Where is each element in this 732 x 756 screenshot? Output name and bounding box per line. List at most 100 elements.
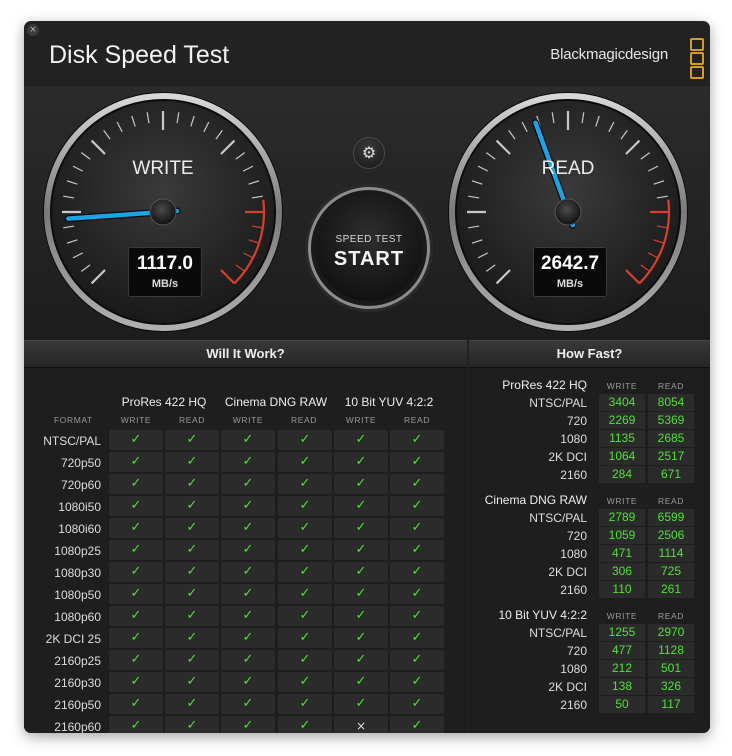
read-subheader: READ: [178, 415, 206, 425]
app-window: × Disk Speed Test Blackmagicdesign WRITE…: [24, 21, 710, 733]
check-icon: ✓: [165, 430, 219, 450]
read-speed-cell: 2517: [648, 448, 694, 465]
read-readout: 2642.7 MB/s: [533, 247, 607, 297]
how-fast-title: How Fast?: [469, 340, 710, 368]
check-icon: ✓: [165, 496, 219, 516]
check-icon: ✓: [334, 452, 388, 472]
close-button[interactable]: ×: [27, 24, 39, 36]
format-row-label: 2160p30: [54, 676, 101, 690]
read-speed-cell: 2506: [648, 527, 694, 544]
read-speed-cell: 671: [648, 466, 694, 483]
format-row-label: 2K DCI: [548, 680, 587, 694]
write-speed-cell: 306: [599, 563, 645, 580]
format-row-label: 1080p25: [54, 544, 101, 558]
check-icon: ✓: [390, 650, 444, 670]
write-speed-cell: 50: [599, 696, 645, 713]
check-icon: ✓: [390, 496, 444, 516]
read-subheader: READ: [403, 415, 431, 425]
check-icon: ✓: [109, 694, 163, 714]
read-speed-cell: 261: [648, 581, 694, 598]
check-icon: ✓: [221, 672, 275, 692]
settings-gear-icon[interactable]: ⚙: [353, 137, 385, 169]
check-icon: ✓: [334, 584, 388, 604]
read-gauge-label: READ: [541, 158, 595, 179]
check-icon: ✓: [165, 584, 219, 604]
check-icon: ✓: [334, 474, 388, 494]
start-button-caption: SPEED TEST: [335, 234, 403, 245]
read-speed-cell: 2685: [648, 430, 694, 447]
write-speed-cell: 471: [599, 545, 645, 562]
write-speed-cell: 212: [599, 660, 645, 677]
check-icon: ✓: [278, 540, 332, 560]
format-row-label: 1080p60: [54, 610, 101, 624]
will-it-work-panel: Will It Work? FORMAT ProRes 422 HQ WRITE RE…: [24, 340, 467, 733]
read-subheader: READ: [657, 496, 685, 506]
write-speed-value: 1117.0: [136, 253, 194, 274]
read-speed-cell: 1114: [648, 545, 694, 562]
check-icon: ✓: [221, 496, 275, 516]
brand-logo-icon: [690, 38, 704, 79]
check-icon: ✓: [278, 584, 332, 604]
check-icon: ✓: [390, 474, 444, 494]
check-icon: ✓: [278, 518, 332, 538]
check-icon: ✓: [390, 606, 444, 626]
read-needle-hub: [554, 198, 582, 226]
format-row-label: 720p60: [60, 478, 101, 492]
codec-header: 10 Bit YUV 4:2:2: [344, 395, 434, 409]
check-icon: ✓: [278, 672, 332, 692]
app-title: Disk Speed Test: [49, 41, 230, 69]
write-speed-unit: MB/s: [151, 278, 179, 290]
check-icon: ✓: [278, 716, 332, 733]
codec-header: Cinema DNG RAW: [224, 395, 328, 409]
speed-test-start-button[interactable]: SPEED TEST START: [308, 187, 430, 309]
check-icon: ✓: [278, 628, 332, 648]
check-icon: ✓: [390, 452, 444, 472]
write-speed-cell: 477: [599, 642, 645, 659]
write-speed-cell: 138: [599, 678, 645, 695]
check-icon: ✓: [278, 452, 332, 472]
format-row-label: 2160: [560, 468, 587, 482]
read-subheader: READ: [290, 415, 318, 425]
write-speed-cell: 2789: [599, 509, 645, 526]
read-speed-cell: 326: [648, 678, 694, 695]
check-icon: ✓: [334, 430, 388, 450]
check-icon: ✓: [390, 518, 444, 538]
read-subheader: READ: [657, 381, 685, 391]
format-row-label: 720: [566, 414, 587, 428]
read-speed-value: 2642.7: [540, 253, 600, 274]
check-icon: ✓: [334, 496, 388, 516]
write-subheader: WRITE: [606, 611, 638, 621]
read-speed-cell: 8054: [648, 394, 694, 411]
format-row-label: 720: [566, 644, 587, 658]
check-icon: ✓: [165, 694, 219, 714]
format-row-label: NTSC/PAL: [529, 511, 587, 525]
check-icon: ✓: [165, 540, 219, 560]
check-icon: ✓: [165, 628, 219, 648]
check-icon: ✓: [390, 430, 444, 450]
check-icon: ✓: [221, 606, 275, 626]
codec-section-header: Cinema DNG RAW: [484, 493, 587, 507]
check-icon: ✓: [221, 474, 275, 494]
write-subheader: WRITE: [606, 381, 638, 391]
check-icon: ✓: [334, 650, 388, 670]
check-icon: ✓: [334, 628, 388, 648]
check-icon: ✓: [165, 672, 219, 692]
format-row-label: 2160p60: [54, 720, 101, 733]
format-row-label: 1080: [560, 547, 587, 561]
format-row-label: 1080p50: [54, 588, 101, 602]
format-column-header: FORMAT: [54, 415, 93, 425]
check-icon: ✓: [390, 628, 444, 648]
check-icon: ✓: [109, 518, 163, 538]
write-speed-cell: 1255: [599, 624, 645, 641]
check-icon: ✓: [278, 606, 332, 626]
check-icon: ✓: [278, 430, 332, 450]
format-row-label: 720p50: [60, 456, 101, 470]
write-speed-cell: 2269: [599, 412, 645, 429]
check-icon: ✓: [109, 716, 163, 733]
format-row-label: NTSC/PAL: [529, 626, 587, 640]
format-row-label: 2160p50: [54, 698, 101, 712]
check-icon: ✓: [390, 562, 444, 582]
brand-name: Blackmagicdesign: [550, 46, 668, 63]
check-icon: ✓: [109, 452, 163, 472]
check-icon: ✓: [221, 694, 275, 714]
